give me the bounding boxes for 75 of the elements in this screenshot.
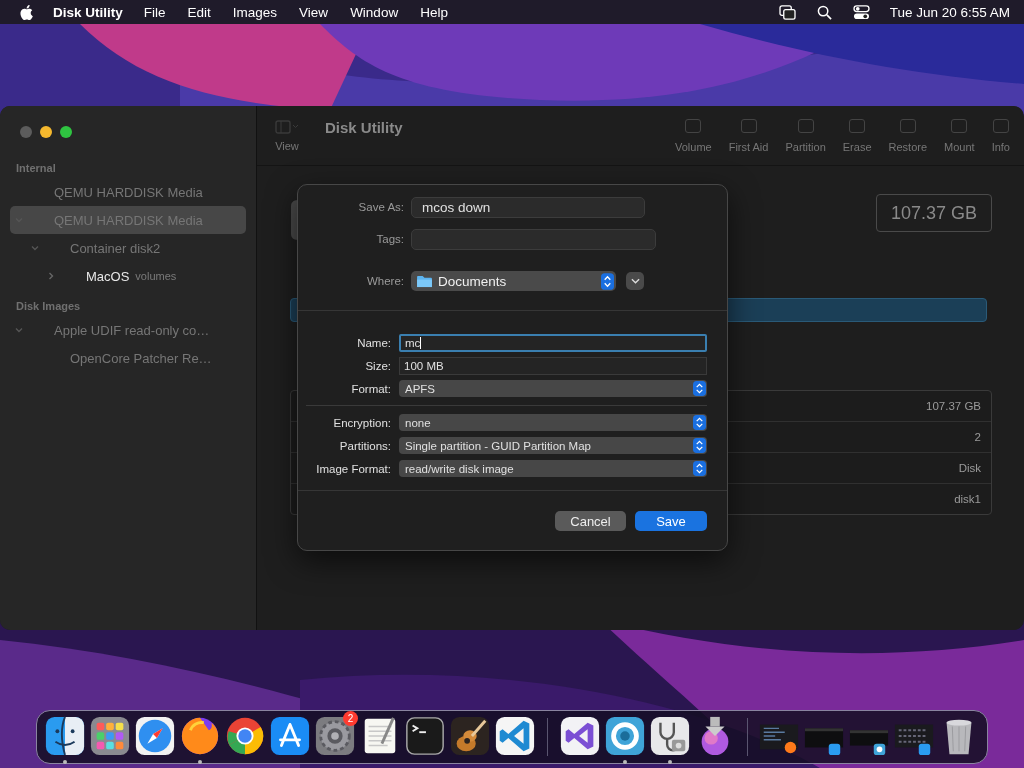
browser-icon[interactable] xyxy=(224,715,266,757)
info-value: Disk xyxy=(958,462,981,474)
field-label: Where: xyxy=(365,275,405,287)
gear-icon[interactable] xyxy=(314,715,356,757)
clock[interactable]: Tue Jun 20 6:55 AM xyxy=(889,4,1010,20)
location-name: Documents xyxy=(438,273,508,289)
field-label: Image Format: xyxy=(315,462,392,475)
field-label: Name: xyxy=(356,336,392,349)
field-label: Size: xyxy=(364,359,392,372)
volume-count: volumes xyxy=(135,270,177,282)
chevron-down-icon xyxy=(630,278,640,284)
popup-button[interactable]: read/write disk image xyxy=(399,460,707,477)
field-label: Format: xyxy=(350,382,392,395)
zoom-button[interactable] xyxy=(60,126,72,138)
app-store-icon[interactable] xyxy=(269,715,311,757)
field-label: Partitions: xyxy=(338,439,392,452)
control-center-icon[interactable] xyxy=(852,4,870,20)
save-button[interactable]: Save xyxy=(635,511,707,531)
ring-icon[interactable] xyxy=(603,715,646,757)
info-value: 107.37 GB xyxy=(926,400,981,412)
tags-field[interactable] xyxy=(411,228,656,250)
stepper-icon xyxy=(601,272,614,290)
minimize-button[interactable] xyxy=(40,126,52,138)
toolbar-button[interactable]: Partition xyxy=(785,118,826,153)
menu-item[interactable]: Images xyxy=(232,4,278,20)
sidebar-item[interactable]: MacOS xyxy=(86,268,130,284)
location-popup[interactable]: Documents xyxy=(411,271,616,291)
notification-badge: 2 xyxy=(343,711,358,726)
sidebar-heading: Disk Images xyxy=(15,299,82,314)
search-icon[interactable] xyxy=(815,4,833,20)
toolbar-label: View xyxy=(275,139,299,152)
app-menu[interactable]: Disk Utility xyxy=(53,4,123,20)
compass-icon[interactable] xyxy=(134,715,176,757)
capacity-display: 107.37 GB xyxy=(875,194,992,232)
toolbar-button[interactable]: Erase xyxy=(842,118,872,153)
toolbar-button[interactable]: First Aid xyxy=(728,118,769,153)
menu-item[interactable]: File xyxy=(143,4,166,20)
code-editor-icon[interactable] xyxy=(494,715,536,757)
folder-icon xyxy=(417,274,432,288)
toolbar-button[interactable]: Restore xyxy=(888,118,928,153)
toolbar-button[interactable]: Volume xyxy=(675,118,712,153)
fox-globe-icon[interactable] xyxy=(179,715,221,757)
stepper-icon xyxy=(693,461,706,476)
stepper-icon xyxy=(693,438,706,453)
stepper-icon xyxy=(693,415,706,430)
popup-button[interactable]: Single partition - GUID Partition Map xyxy=(399,437,707,454)
sidebar-heading: Internal xyxy=(15,161,57,176)
text-field[interactable]: mc xyxy=(399,333,707,352)
screen-mirroring-icon[interactable] xyxy=(778,4,796,20)
info-value: 2 xyxy=(974,431,981,443)
apple-logo-icon[interactable] xyxy=(20,4,33,20)
popup-button[interactable]: none xyxy=(399,414,707,431)
menu-item[interactable]: Window xyxy=(350,4,399,20)
toolbar-button[interactable]: Info xyxy=(991,118,1010,153)
menu-item[interactable]: View xyxy=(299,4,329,20)
field-label: Save As: xyxy=(357,201,405,213)
stethoscope-icon[interactable] xyxy=(648,715,691,757)
terminal-icon[interactable] xyxy=(404,715,446,757)
menu-item[interactable]: Help xyxy=(420,4,448,20)
cancel-button[interactable]: Cancel xyxy=(555,511,626,531)
toolbar-button[interactable]: Mount xyxy=(944,118,975,153)
text-field[interactable]: 100 MB xyxy=(399,356,707,375)
stepper-icon xyxy=(693,381,706,396)
field-label: Encryption: xyxy=(332,416,392,429)
info-value: disk1 xyxy=(954,493,981,505)
guitar-icon[interactable] xyxy=(449,715,491,757)
menu-item[interactable]: Edit xyxy=(187,4,211,20)
finder-icon[interactable] xyxy=(44,715,86,757)
window-title: Disk Utility xyxy=(325,119,403,136)
popup-button[interactable]: APFS xyxy=(399,380,707,397)
save-as-field[interactable]: mcos down xyxy=(411,196,645,218)
infinity-ribbon-icon[interactable] xyxy=(558,715,601,757)
field-label: Tags: xyxy=(375,233,405,245)
app-grid-icon[interactable] xyxy=(89,715,131,757)
expand-button[interactable] xyxy=(626,272,644,290)
